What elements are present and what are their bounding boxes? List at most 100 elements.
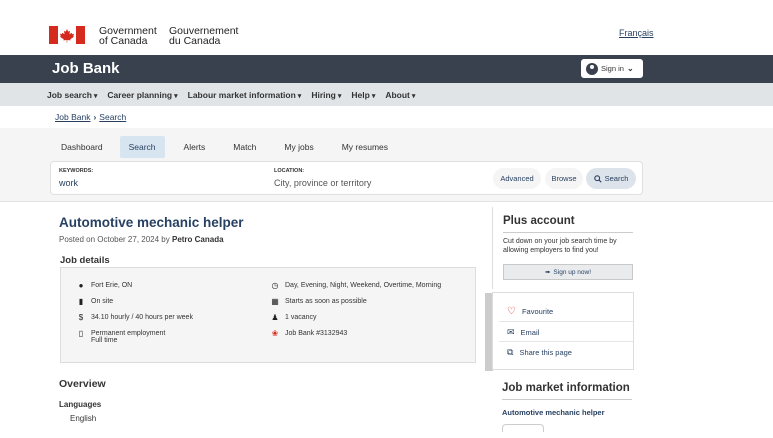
divider [499,341,633,342]
tab-bar: Dashboard Search Alerts Match My jobs My… [52,136,397,158]
detail-start: ▦ Starts as soon as possible [271,298,367,306]
detail-schedule-text: Day, Evening, Night, Weekend, Overtime, … [285,282,442,289]
brand-bar: Job Bank Sign in ⌄ [0,55,773,83]
chevron-right-icon: › [93,112,97,122]
maple-leaf-icon: ❀ [271,329,279,338]
menu-label: Labour market information [187,89,296,100]
chevron-down-icon: ▾ [411,92,416,100]
search-button-label: Search [604,174,629,183]
search-area: Dashboard Search Alerts Match My jobs My… [0,128,773,202]
signature-en-line2: of Canada [99,35,148,47]
job-details-heading: Job details [60,255,110,266]
menu-help[interactable]: Help ▾ [351,90,375,100]
divider [503,232,633,233]
calendar-icon: ▦ [271,297,279,306]
heart-icon: ♡ [507,306,516,317]
chevron-down-icon: ▾ [93,92,98,100]
menu-hiring[interactable]: Hiring ▾ [311,90,341,100]
canada-flag-icon [49,26,85,44]
menu-label: Career planning [107,89,173,100]
chevron-down-icon: ▾ [297,92,302,100]
advanced-search-button[interactable]: Advanced [493,168,541,189]
menu-labour-market[interactable]: Labour market information ▾ [188,90,302,100]
tab-alerts[interactable]: Alerts [175,136,215,158]
menu-job-search[interactable]: Job search ▾ [47,90,97,100]
detail-employment-text: Permanent employment Full time [91,330,165,344]
actions-panel: ♡ Favourite ✉ Email ⧉ Share this page [492,292,634,370]
signature-fr: Gouvernement du Canada [169,26,238,47]
menu-label: Hiring [311,89,336,100]
language-toggle-link[interactable]: Français [619,28,654,38]
job-details-box: ● Fort Erie, ON ▮ On site $ 34.10 hourly… [60,267,476,363]
detail-salary: $ 34.10 hourly / 40 hours per week [77,314,193,322]
tab-my-resumes[interactable]: My resumes [333,136,397,158]
share-icon: ⧉ [507,347,514,357]
detail-job-bank-id: ❀ Job Bank #3132943 [271,329,348,338]
main-menu: Job search ▾ Career planning ▾ Labour mark… [0,83,773,106]
sign-up-button[interactable]: ➠ Sign up now! [503,264,633,280]
signature-en: Government of Canada [99,26,157,47]
search-button[interactable]: Search [586,168,636,189]
chevron-down-icon: ▾ [174,92,178,100]
detail-vacancy-text: 1 vacancy [285,314,317,321]
breadcrumb-search[interactable]: Search [99,112,126,122]
person-icon: ♟ [271,313,279,322]
job-title: Automotive mechanic helper [59,215,244,230]
detail-schedule: ◷ Day, Evening, Night, Weekend, Overtime… [271,281,442,290]
dollar-icon: $ [78,313,84,322]
detail-workplace: ▮ On site [77,298,113,306]
breadcrumb-job-bank[interactable]: Job Bank [55,112,90,122]
posted-date: Posted on October 27, 2024 by [59,235,170,244]
tab-search[interactable]: Search [119,136,165,158]
job-market-heading: Job market information [502,382,630,394]
menu-about[interactable]: About ▾ [385,90,415,100]
menu-career-planning[interactable]: Career planning ▾ [107,90,177,100]
detail-location: ● Fort Erie, ON [77,281,133,290]
plus-account-text: Cut down on your job search time by allo… [503,238,617,254]
search-icon [593,174,602,183]
map-pin-icon: ● [78,281,84,290]
tab-peek [502,424,544,432]
sign-in-label: Sign in [601,64,624,73]
menu-label: Help [351,89,370,100]
overview-heading: Overview [59,378,106,390]
detail-employment: ▯ Permanent employment Full time [77,329,166,345]
document-icon: ▯ [78,329,84,338]
tab-match[interactable]: Match [224,136,265,158]
share-button[interactable]: ⧉ Share this page [507,347,572,358]
plus-account-heading: Plus account [503,215,575,227]
site-title[interactable]: Job Bank [52,60,120,77]
languages-label: Languages [59,400,102,409]
share-label: Share this page [519,348,572,357]
favourite-button[interactable]: ♡ Favourite [507,306,553,317]
chevron-down-icon: ▾ [337,92,342,100]
user-icon [586,62,598,75]
divider [502,399,632,400]
detail-vacancy: ♟ 1 vacancy [271,313,317,322]
keywords-label: KEYWORDS: [59,168,94,174]
browse-button[interactable]: Browse [545,168,583,189]
keywords-input[interactable]: work [59,178,78,188]
languages-value: English [70,414,97,423]
email-label: Email [520,328,540,337]
location-input[interactable]: City, province or territory [274,178,371,188]
tab-dashboard[interactable]: Dashboard [52,136,112,158]
posted-info: Posted on October 27, 2024 by Petro Cana… [59,235,224,244]
detail-workplace-text: On site [91,298,114,305]
email-button[interactable]: ✉ Email [507,327,539,338]
employment-hours: Full time [91,337,118,344]
employer-name: Petro Canada [171,235,224,244]
chevron-down-icon: ⌄ [626,64,634,73]
clock-icon: ◷ [271,281,279,290]
tab-my-jobs[interactable]: My jobs [275,136,322,158]
signature-fr-line2: du Canada [169,35,221,47]
search-box: KEYWORDS: work LOCATION: City, province … [50,161,643,195]
favourite-label: Favourite [521,307,554,316]
location-label: LOCATION: [274,168,305,174]
detail-location-text: Fort Erie, ON [91,282,133,289]
job-market-link[interactable]: Automotive mechanic helper [502,408,605,417]
detail-salary-text: 34.10 hourly / 40 hours per week [91,314,193,321]
sign-in-button[interactable]: Sign in ⌄ [581,59,643,78]
breadcrumb: Job Bank › Search [55,112,126,122]
detail-start-text: Starts as soon as possible [285,298,367,305]
